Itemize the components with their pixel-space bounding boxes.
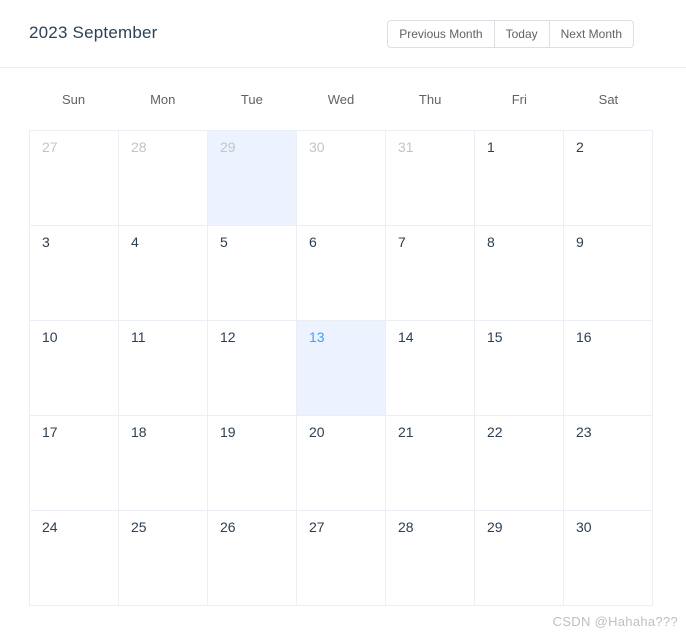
date-cell[interactable]: 21 [386, 416, 475, 511]
date-cell-day-number: 22 [487, 424, 503, 440]
date-cell-day-number: 9 [576, 234, 584, 250]
calendar-widget: 2023 September Previous Month Today Next M… [0, 0, 686, 635]
date-cell[interactable]: 27 [30, 131, 119, 226]
date-cell-day-number: 30 [576, 519, 592, 535]
weekday-header-sun: Sun [62, 91, 86, 107]
date-cell-day-number: 29 [220, 139, 236, 155]
date-cell-day-number: 30 [309, 139, 325, 155]
weekday-header-fri: Fri [511, 91, 527, 107]
date-cell[interactable]: 25 [119, 511, 208, 606]
date-cell[interactable]: 29 [475, 511, 564, 606]
date-cell[interactable]: 29 [208, 131, 297, 226]
month-navigation-button-group: Previous Month Today Next Month [387, 19, 634, 48]
weekday-header-mon: Mon [150, 91, 176, 107]
date-cell-day-number: 26 [220, 519, 236, 535]
date-cell[interactable]: 8 [475, 226, 564, 321]
date-cell-day-number: 20 [309, 424, 325, 440]
weekday-header-tue: Tue [240, 91, 263, 107]
date-cell[interactable]: 28 [119, 131, 208, 226]
date-cell-day-number: 4 [131, 234, 139, 250]
date-cell[interactable]: 31 [386, 131, 475, 226]
date-cell-day-number: 23 [576, 424, 592, 440]
date-cell[interactable]: 17 [30, 416, 119, 511]
date-cell[interactable]: 19 [208, 416, 297, 511]
next-month-button[interactable]: Next Month [549, 19, 634, 48]
prev-month-button[interactable]: Previous Month [387, 19, 495, 48]
weekday-header-wed: Wed [327, 91, 355, 107]
date-cell[interactable]: 22 [475, 416, 564, 511]
date-cell[interactable]: 3 [30, 226, 119, 321]
weekday-header-thu: Thu [418, 91, 442, 107]
date-cell-day-number: 27 [42, 139, 58, 155]
watermark-text: CSDN @Hahaha??? [552, 614, 678, 629]
date-cell[interactable]: 13 [297, 321, 386, 416]
date-cell[interactable]: 14 [386, 321, 475, 416]
date-cell[interactable]: 24 [30, 511, 119, 606]
date-cell[interactable]: 28 [386, 511, 475, 606]
date-cell-day-number: 10 [42, 329, 58, 345]
date-cell-day-number: 28 [131, 139, 147, 155]
date-cell[interactable]: 16 [564, 321, 653, 416]
date-cell[interactable]: 1 [475, 131, 564, 226]
date-cell[interactable]: 11 [119, 321, 208, 416]
date-cell-day-number: 31 [398, 139, 414, 155]
date-cell-day-number: 5 [220, 234, 228, 250]
date-cell[interactable]: 27 [297, 511, 386, 606]
date-cell-day-number: 13 [309, 329, 325, 345]
date-cell[interactable]: 10 [30, 321, 119, 416]
date-cell-day-number: 15 [487, 329, 503, 345]
date-cell-day-number: 18 [131, 424, 147, 440]
weekday-header-sat: Sat [598, 91, 619, 107]
date-cell[interactable]: 20 [297, 416, 386, 511]
date-cell[interactable]: 15 [475, 321, 564, 416]
date-cell-day-number: 7 [398, 234, 406, 250]
date-cell-day-number: 1 [487, 139, 495, 155]
date-cell[interactable]: 4 [119, 226, 208, 321]
date-cell-day-number: 28 [398, 519, 414, 535]
calendar-header: 2023 September Previous Month Today Next M… [0, 0, 686, 68]
date-cell-day-number: 12 [220, 329, 236, 345]
date-cell[interactable]: 30 [564, 511, 653, 606]
date-cell-day-number: 19 [220, 424, 236, 440]
date-cell[interactable]: 18 [119, 416, 208, 511]
date-cell[interactable]: 12 [208, 321, 297, 416]
date-cell-day-number: 11 [131, 329, 146, 345]
date-cell-day-number: 2 [576, 139, 584, 155]
date-cell-day-number: 6 [309, 234, 317, 250]
date-cell[interactable]: 5 [208, 226, 297, 321]
date-cell-day-number: 14 [398, 329, 414, 345]
date-cell-day-number: 29 [487, 519, 503, 535]
date-cell[interactable]: 26 [208, 511, 297, 606]
date-cell-day-number: 3 [42, 234, 50, 250]
date-cell[interactable]: 30 [297, 131, 386, 226]
date-cell-day-number: 8 [487, 234, 495, 250]
date-cell[interactable]: 9 [564, 226, 653, 321]
date-cell[interactable]: 6 [297, 226, 386, 321]
date-cell-day-number: 25 [131, 519, 147, 535]
page-title: 2023 September [29, 23, 158, 43]
date-cell-day-number: 27 [309, 519, 325, 535]
date-cell-day-number: 16 [576, 329, 592, 345]
date-cell[interactable]: 2 [564, 131, 653, 226]
date-cell-day-number: 17 [42, 424, 58, 440]
date-cell[interactable]: 7 [386, 226, 475, 321]
date-cell-day-number: 21 [398, 424, 414, 440]
date-grid: 27 28 29 30 31 1 2 3 4 5 6 7 8 9 10 11 12 13 14 15 16 17 18 19 2… [29, 130, 653, 606]
date-cell-day-number: 24 [42, 519, 58, 535]
today-button[interactable]: Today [494, 19, 550, 48]
weekday-header-row: Sun Mon Tue Wed Thu Fri Sat [29, 68, 653, 130]
date-cell[interactable]: 23 [564, 416, 653, 511]
